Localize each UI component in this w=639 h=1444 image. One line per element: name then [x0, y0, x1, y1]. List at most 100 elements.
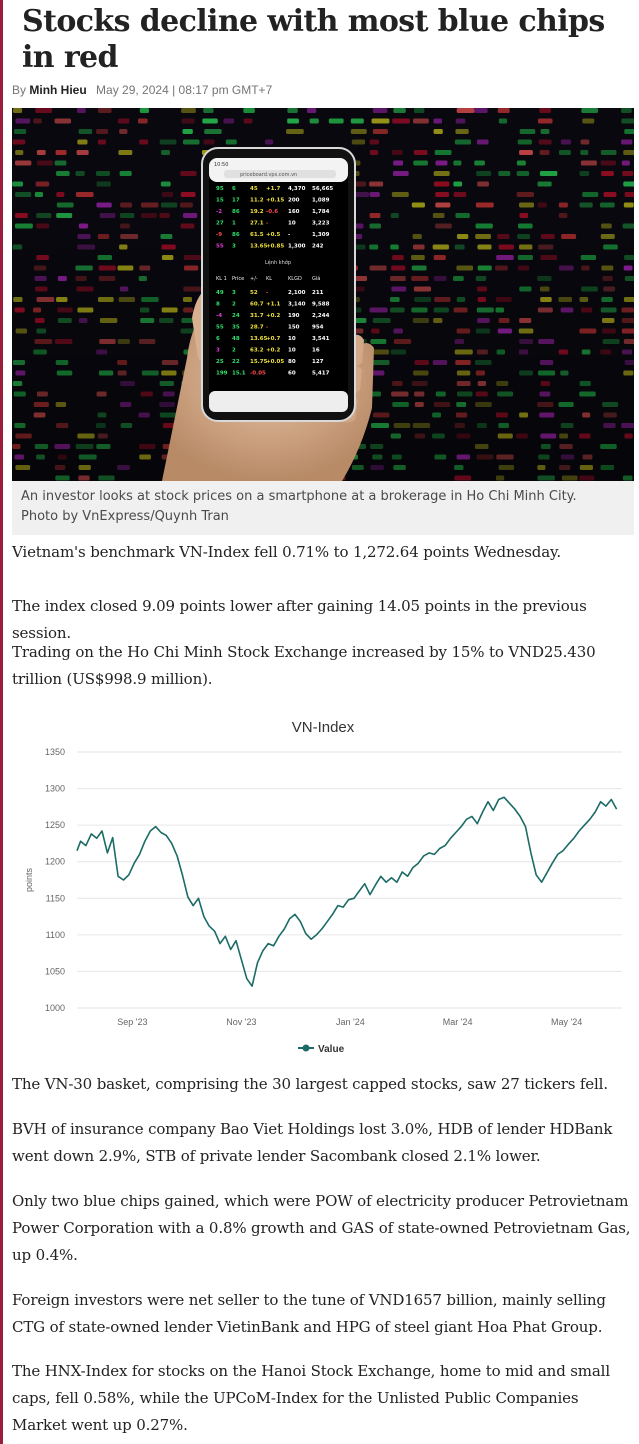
- phone-price-cell: 25: [216, 359, 224, 365]
- phone-header-cell: KLGD: [288, 276, 302, 282]
- x-tick-label: Nov '23: [226, 1017, 256, 1027]
- phone-price-cell: 190: [288, 313, 300, 319]
- phone-price-cell: +0.85: [266, 244, 284, 250]
- phone-price-cell: 11.2: [250, 198, 264, 204]
- phone-time: 10:50: [214, 162, 228, 168]
- phone-price-cell: -0.05: [250, 371, 266, 377]
- phone-price-cell: +1.1: [266, 302, 281, 308]
- phone-price-cell: 1,784: [312, 209, 330, 215]
- phone-price-cell: 28.7: [250, 325, 264, 331]
- phone-price-cell: 86: [232, 232, 240, 238]
- x-tick-label: Mar '24: [443, 1017, 473, 1027]
- author-link[interactable]: Minh Hieu: [29, 83, 86, 97]
- phone-price-cell: 211: [312, 290, 324, 296]
- article: Stocks decline with most blue chips in r…: [12, 0, 634, 1434]
- byline: By Minh Hieu May 29, 2024 | 08:17 pm GMT…: [12, 81, 634, 99]
- phone-price-cell: 2: [232, 302, 236, 308]
- caption-credit: Photo by VnExpress/Quynh Tran: [21, 509, 229, 524]
- phone-price-cell: 3,541: [312, 336, 330, 342]
- phone-price-cell: 61.5: [250, 232, 264, 238]
- phone-price-cell: 63.2: [250, 348, 264, 354]
- phone-price-cell: 19.2: [250, 209, 264, 215]
- phone-price-cell: 5,417: [312, 371, 330, 377]
- phone-price-cell: 1,309: [312, 232, 330, 238]
- phone-price-cell: +0.15: [266, 198, 284, 204]
- phone-price-cell: 15.1: [232, 371, 246, 377]
- phone-price-cell: 1,089: [312, 198, 330, 204]
- paragraph-1: Vietnam's benchmark VN-Index fell 0.71% …: [12, 543, 561, 561]
- phone-price-cell: 49: [216, 290, 224, 296]
- phone-price-cell: 9,588: [312, 302, 330, 308]
- y-tick-label: 1100: [46, 930, 65, 940]
- phone-price-cell: 8: [216, 302, 220, 308]
- phone-header-cell: KL: [266, 276, 272, 282]
- phone-price-cell: 10: [288, 221, 296, 227]
- y-tick-label: 1250: [45, 820, 65, 830]
- phone-price-cell: 22: [232, 359, 240, 365]
- phone-price-cell: 3: [232, 290, 236, 296]
- phone-price-cell: 56,665: [312, 186, 333, 192]
- phone-price-cell: -: [266, 221, 268, 227]
- hero-image[interactable]: 10:50 priceboard.vps.com.vn Lệnh khớp KL …: [12, 108, 634, 481]
- phone-price-cell: 45: [250, 186, 258, 192]
- phone-price-cell: 1,300: [288, 244, 306, 250]
- phone-price-cell: +0.2: [266, 313, 281, 319]
- phone-price-cell: 27.1: [250, 221, 264, 227]
- phone-price-cell: 27: [216, 221, 224, 227]
- phone-price-cell: 13.65: [250, 336, 268, 342]
- phone-price-cell: -: [288, 232, 290, 238]
- left-accent-rule: [0, 0, 3, 1444]
- phone-price-cell: 60: [288, 371, 296, 377]
- chart-legend[interactable]: Value: [298, 1044, 345, 1055]
- phone-price-cell: 17: [232, 198, 240, 204]
- paragraph-5: BVH of insurance company Bao Viet Holdin…: [12, 1120, 613, 1165]
- phone-price-cell: +0.5: [266, 232, 281, 238]
- phone-price-cell: 10: [288, 336, 296, 342]
- paragraph-4: The VN-30 basket, comprising the 30 larg…: [12, 1075, 608, 1093]
- phone-price-cell: 160: [288, 209, 300, 215]
- vn-index-chart: VN-Index 1000 1050 1100 1150 1200 1250 1300 135…: [12, 710, 634, 1064]
- phone-price-cell: 15: [216, 198, 224, 204]
- phone-price-cell: 24: [232, 313, 240, 319]
- phone-price-cell: 6: [232, 186, 236, 192]
- publish-date: May 29, 2024 | 08:17 pm GMT+7: [96, 83, 273, 97]
- phone-price-cell: 3: [232, 244, 236, 250]
- phone-price-cell: 4,370: [288, 186, 306, 192]
- phone-price-cell: 200: [288, 198, 300, 204]
- smartphone: 10:50 priceboard.vps.com.vn Lệnh khớp KL …: [201, 147, 356, 422]
- y-tick-label: 1150: [46, 893, 65, 903]
- phone-price-cell: 95: [216, 186, 224, 192]
- phone-price-cell: 954: [312, 325, 324, 331]
- phone-price-cell: 3,140: [288, 302, 306, 308]
- phone-price-cell: 35: [232, 325, 240, 331]
- y-axis-label: points: [24, 867, 34, 892]
- legend-label: Value: [318, 1044, 345, 1055]
- y-tick-label: 1300: [45, 784, 65, 794]
- phone-price-cell: 80: [288, 359, 296, 365]
- phone-price-cell: 60.7: [250, 302, 264, 308]
- caption-text: An investor looks at stock prices on a s…: [21, 489, 577, 504]
- y-tick-label: 1350: [45, 747, 65, 757]
- byline-prefix: By: [12, 83, 27, 97]
- x-axis-ticks: Sep '23 Nov '23 Jan '24 Mar '24 May '24: [117, 1017, 582, 1027]
- phone-price-cell: -: [266, 290, 268, 296]
- phone-price-cell: 10: [288, 348, 296, 354]
- paragraph-8: The HNX-Index for stocks on the Hanoi St…: [12, 1362, 610, 1434]
- phone-header-cell: KL 1: [216, 276, 227, 282]
- phone-price-cell: 2,244: [312, 313, 330, 319]
- phone-header-cell: Giá: [312, 275, 320, 282]
- phone-price-cell: 1: [232, 221, 236, 227]
- phone-price-cell: -: [266, 325, 268, 331]
- image-caption: An investor looks at stock prices on a s…: [12, 481, 634, 535]
- x-tick-label: May '24: [551, 1017, 582, 1027]
- phone-price-cell: +0.05: [266, 359, 284, 365]
- paragraph-7: Foreign investors were net seller to the…: [12, 1291, 606, 1336]
- y-tick-label: 1000: [45, 1003, 65, 1013]
- phone-header-cell: +/-: [250, 276, 258, 282]
- phone-price-cell: 13.65: [250, 244, 268, 250]
- phone-price-cell: 16: [312, 348, 320, 354]
- phone-price-cell: 86: [232, 209, 240, 215]
- phone-section-label: Lệnh khớp: [265, 259, 291, 266]
- phone-price-cell: 2,100: [288, 290, 306, 296]
- article-title: Stocks decline with most blue chips in r…: [22, 4, 605, 75]
